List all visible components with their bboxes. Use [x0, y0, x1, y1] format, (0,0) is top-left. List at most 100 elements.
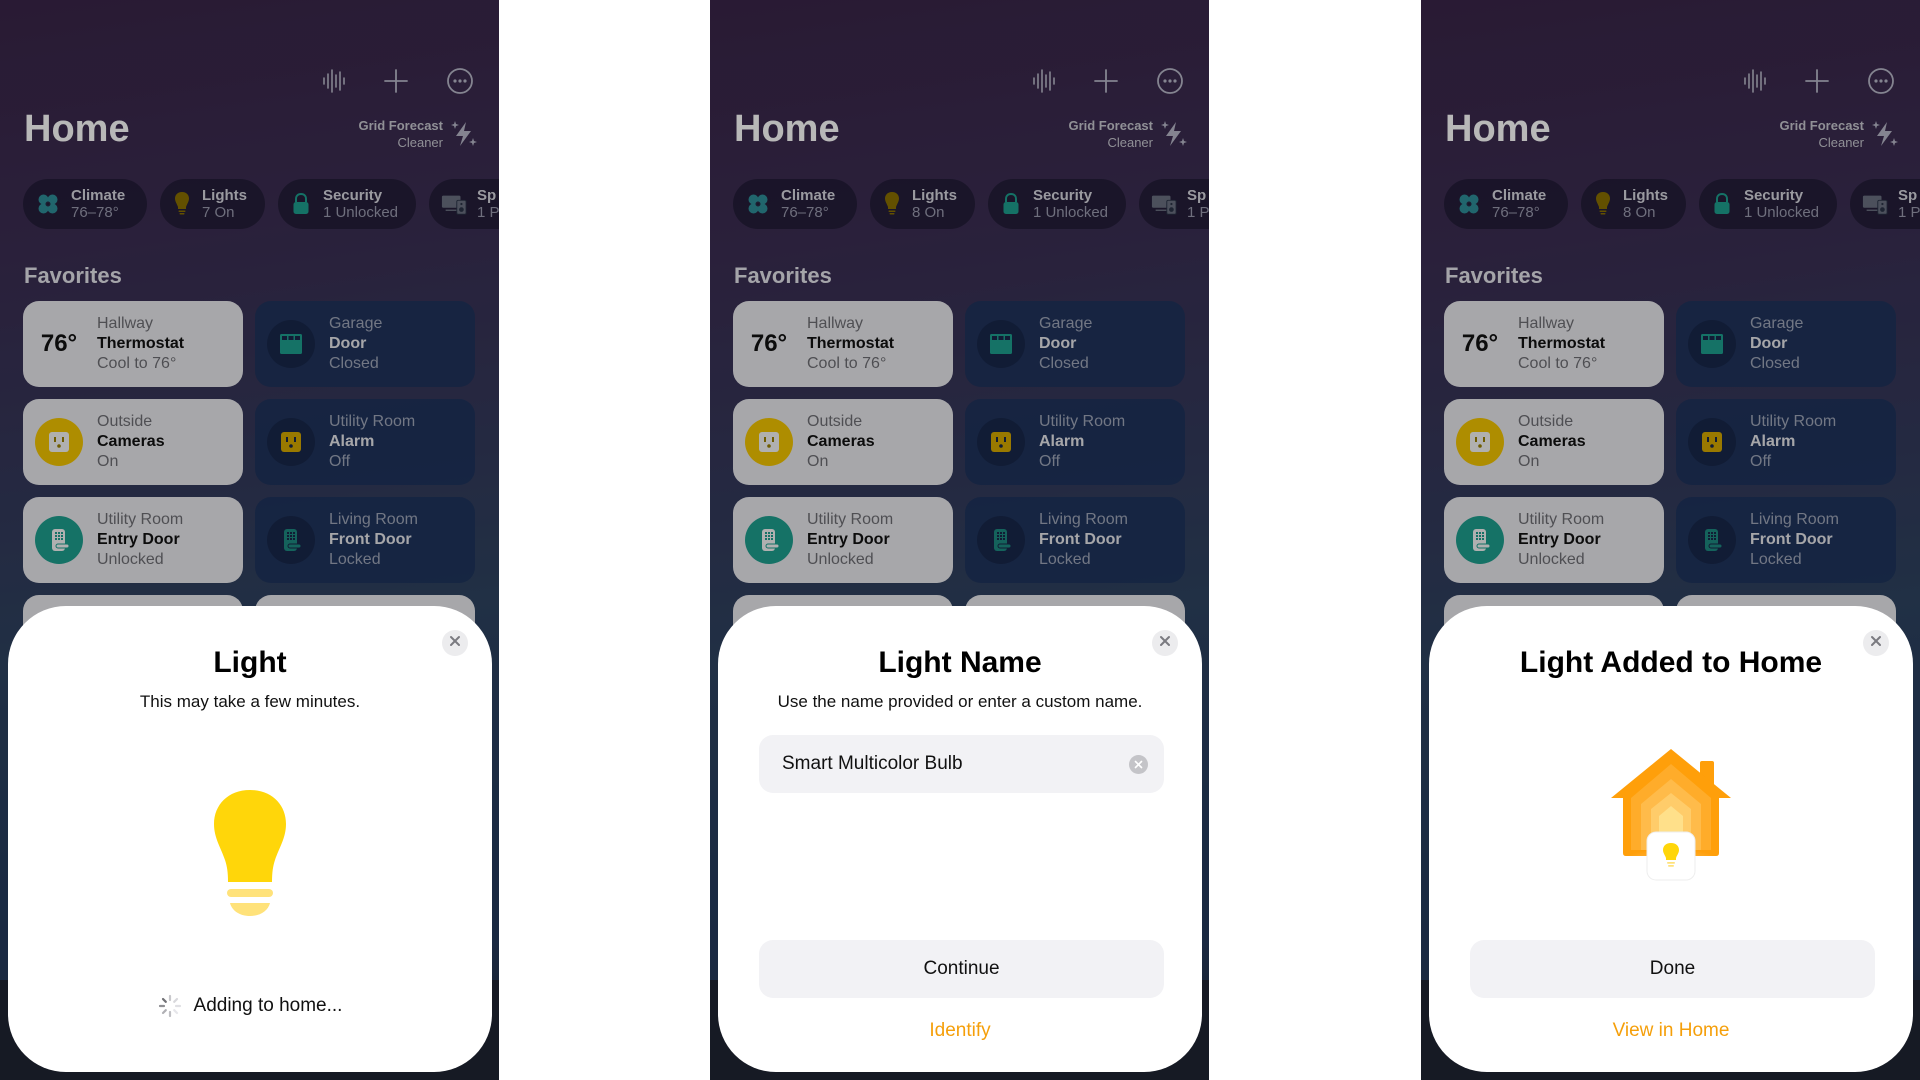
plus-icon[interactable]	[381, 66, 411, 96]
chip-value: 1 Unlocked	[1743, 203, 1819, 221]
tile-name: Entry Door	[807, 531, 890, 548]
garage-door-icon	[1688, 320, 1736, 368]
chip-speakers-tvs[interactable]: Sp 1 P	[1139, 179, 1209, 229]
waveform-icon[interactable]	[1740, 66, 1770, 96]
tile-outside-cameras[interactable]: Outside Cameras On	[733, 399, 953, 485]
fan-icon	[35, 191, 61, 217]
garage-door-icon	[267, 320, 315, 368]
chip-security[interactable]: Security 1 Unlocked	[988, 179, 1126, 229]
home-with-light-icon	[1607, 746, 1735, 886]
plus-icon[interactable]	[1802, 66, 1832, 96]
tile-utility-room-entry-door[interactable]: Utility Room Entry Door Unlocked	[1444, 497, 1664, 583]
tile-hallway-thermostat[interactable]: 76° Hallway Thermostat Cool to 76°	[1444, 301, 1664, 387]
chip-climate[interactable]: Climate 76–78°	[733, 179, 857, 229]
tile-name: Front Door	[329, 531, 412, 548]
tile-garage-door[interactable]: Garage Door Closed	[965, 301, 1185, 387]
tile-utility-room-alarm[interactable]: Utility Room Alarm Off	[1676, 399, 1896, 485]
tile-living-room-front-door[interactable]: Living Room Front Door Locked	[965, 497, 1185, 583]
waveform-icon[interactable]	[1029, 66, 1059, 96]
garage-door-icon	[977, 320, 1025, 368]
chip-security[interactable]: Security 1 Unlocked	[1699, 179, 1837, 229]
chip-climate[interactable]: Climate 76–78°	[23, 179, 147, 229]
tile-status: Unlocked	[97, 551, 164, 568]
view-in-home-button[interactable]: View in Home	[1429, 1020, 1913, 1042]
grid-forecast-status: Cleaner	[397, 135, 443, 150]
chip-lights[interactable]: Lights 7 On	[160, 179, 265, 229]
more-icon[interactable]	[445, 66, 475, 96]
chip-label: Security	[1743, 186, 1804, 204]
grid-forecast[interactable]: Grid Forecast Cleaner	[1068, 118, 1153, 150]
tile-name: Front Door	[1039, 531, 1122, 548]
tile-room: Living Room	[329, 511, 418, 528]
thermostat-temperature: 76°	[750, 330, 788, 357]
chip-label: Sp	[477, 186, 497, 204]
tile-name: Alarm	[1750, 433, 1796, 450]
plus-icon[interactable]	[1091, 66, 1121, 96]
light-name-input[interactable]	[782, 753, 1110, 775]
tile-room: Hallway	[1518, 315, 1575, 332]
grid-forecast[interactable]: Grid Forecast Cleaner	[358, 118, 443, 150]
tile-outside-cameras[interactable]: Outside Cameras On	[23, 399, 243, 485]
tile-living-room-front-door[interactable]: Living Room Front Door Locked	[255, 497, 475, 583]
progress-text: Adding to home...	[193, 995, 343, 1016]
thermostat-temperature: 76°	[40, 330, 78, 357]
chip-lights[interactable]: Lights 8 On	[870, 179, 975, 229]
lock-icon	[290, 191, 313, 217]
continue-button[interactable]: Continue	[759, 940, 1164, 998]
chip-security[interactable]: Security 1 Unlocked	[278, 179, 416, 229]
tile-hallway-thermostat[interactable]: 76° Hallway Thermostat Cool to 76°	[733, 301, 953, 387]
grid-forecast-title: Grid Forecast	[358, 118, 443, 133]
tile-room: Garage	[329, 315, 383, 332]
chip-speakers-tvs[interactable]: Sp 1 P	[1850, 179, 1920, 229]
chip-lights[interactable]: Lights 8 On	[1581, 179, 1686, 229]
sheet-subtitle: This may take a few minutes.	[139, 692, 361, 711]
tile-garage-door[interactable]: Garage Door Closed	[1676, 301, 1896, 387]
tile-utility-room-alarm[interactable]: Utility Room Alarm Off	[965, 399, 1185, 485]
tile-room: Utility Room	[97, 511, 184, 528]
outlet-icon	[267, 418, 315, 466]
chip-value: 76–78°	[1492, 203, 1540, 221]
more-icon[interactable]	[1155, 66, 1185, 96]
tile-room: Living Room	[1039, 511, 1128, 528]
identify-button[interactable]: Identify	[718, 1020, 1202, 1042]
tile-room: Living Room	[1750, 511, 1839, 528]
tile-utility-room-alarm[interactable]: Utility Room Alarm Off	[255, 399, 475, 485]
setup-sheet: Light Name Use the name provided or ente…	[718, 606, 1202, 1072]
chip-value: 1 Unlocked	[322, 203, 398, 221]
speaker-tv-icon	[1862, 191, 1888, 217]
tile-utility-room-entry-door[interactable]: Utility Room Entry Door Unlocked	[23, 497, 243, 583]
tile-status: Unlocked	[1518, 551, 1585, 568]
chip-value: 8 On	[1623, 203, 1656, 221]
tile-living-room-front-door[interactable]: Living Room Front Door Locked	[1676, 497, 1896, 583]
grid-forecast-title: Grid Forecast	[1068, 118, 1153, 133]
tile-name: Door	[329, 335, 367, 352]
outlet-icon	[745, 418, 793, 466]
chip-label: Lights	[1623, 186, 1668, 204]
waveform-icon[interactable]	[319, 66, 349, 96]
tile-garage-door[interactable]: Garage Door Closed	[255, 301, 475, 387]
chip-speakers-tvs[interactable]: Sp 1 P	[429, 179, 499, 229]
tile-room: Outside	[807, 413, 863, 430]
chip-label: Security	[322, 186, 383, 204]
chip-climate[interactable]: Climate 76–78°	[1444, 179, 1568, 229]
sheet-title: Light Added to Home	[1519, 646, 1823, 679]
tile-utility-room-entry-door[interactable]: Utility Room Entry Door Unlocked	[733, 497, 953, 583]
tile-status: Closed	[1750, 355, 1800, 372]
screen-light-added: Home Grid Forecast Cleaner Climate 76–78…	[1421, 0, 1920, 1080]
chip-value: 76–78°	[781, 203, 829, 221]
clear-text-button[interactable]	[1129, 755, 1148, 774]
grid-forecast[interactable]: Grid Forecast Cleaner	[1779, 118, 1864, 150]
tile-outside-cameras[interactable]: Outside Cameras On	[1444, 399, 1664, 485]
section-title-favorites: Favorites	[734, 263, 832, 288]
light-name-field[interactable]	[759, 735, 1164, 793]
done-button[interactable]: Done	[1470, 940, 1875, 998]
category-chips: Climate 76–78° Lights 7 On Security 1 Un…	[23, 179, 499, 229]
keypad-lock-icon	[1688, 516, 1736, 564]
more-icon[interactable]	[1866, 66, 1896, 96]
tile-status: On	[97, 453, 119, 470]
lightbulb-icon	[210, 786, 290, 918]
speaker-tv-icon	[1151, 191, 1177, 217]
tile-hallway-thermostat[interactable]: 76° Hallway Thermostat Cool to 76°	[23, 301, 243, 387]
tile-status: Off	[329, 453, 351, 470]
outlet-icon	[1456, 418, 1504, 466]
